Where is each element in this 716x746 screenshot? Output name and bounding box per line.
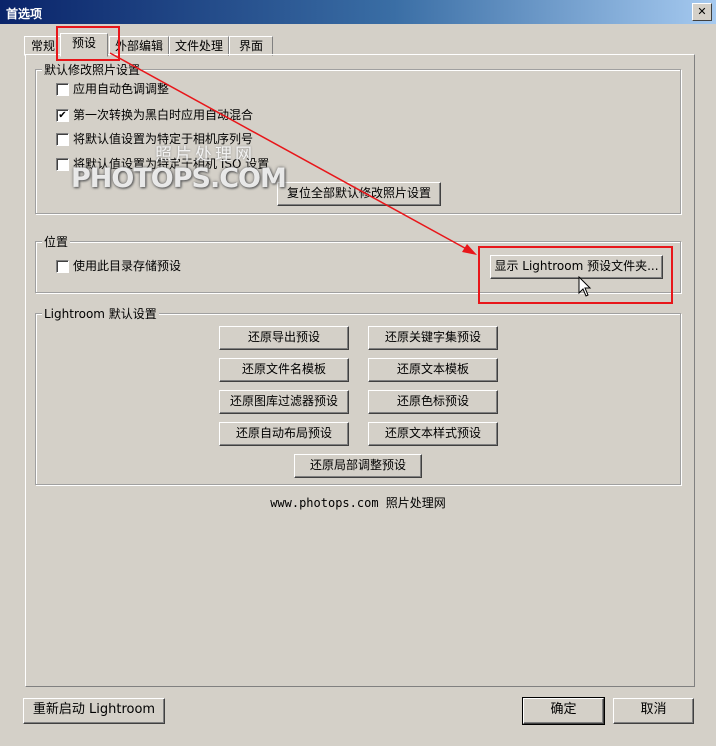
restore-library-filter-presets-button[interactable]: 还原图库过滤器预设	[219, 390, 349, 414]
tab-presets[interactable]: 预设	[60, 33, 108, 57]
checkbox-label: 将默认值设置为特定于相机序列号	[73, 132, 254, 146]
restore-text-style-presets-button[interactable]: 还原文本样式预设	[368, 422, 498, 446]
mouse-pointer-icon	[578, 276, 592, 297]
restore-local-adjustment-presets-button[interactable]: 还原局部调整预设	[294, 454, 422, 478]
lightroom-defaults-group: Lightroom 默认设置 还原导出预设 还原关键字集预设 还原文件名模板 还…	[35, 305, 681, 485]
lightroom-defaults-legend: Lightroom 默认设置	[42, 305, 159, 322]
checkbox-label: 第一次转换为黑白时应用自动混合	[73, 108, 254, 122]
checkbox-label: 将默认值设置为特定于相机 ISO 设置	[73, 157, 270, 171]
restore-filename-templates-button[interactable]: 还原文件名模板	[219, 358, 349, 382]
checkbox-label: 使用此目录存储预设	[73, 259, 182, 273]
reset-develop-defaults-button[interactable]: 复位全部默认修改照片设置	[277, 182, 441, 206]
restore-text-templates-button[interactable]: 还原文本模板	[368, 358, 498, 382]
restore-auto-layout-presets-button[interactable]: 还原自动布局预设	[219, 422, 349, 446]
ok-button[interactable]: 确定	[522, 697, 605, 725]
default-develop-group: 默认修改照片设置 应用自动色调调整 ✔ 第一次转换为黑白时应用自动混合 将默认值…	[35, 61, 681, 214]
restore-keyword-set-presets-button[interactable]: 还原关键字集预设	[368, 326, 498, 350]
location-legend: 位置	[42, 233, 71, 250]
checkbox-box[interactable]	[56, 133, 69, 146]
checkbox-box[interactable]	[56, 83, 69, 96]
title-bar: 首选项 ✕	[0, 0, 716, 24]
window-title: 首选项	[6, 7, 43, 21]
tab-interface[interactable]: 界面	[229, 36, 273, 56]
restore-export-presets-button[interactable]: 还原导出预设	[219, 326, 349, 350]
tab-file-handling[interactable]: 文件处理	[169, 36, 229, 56]
close-button[interactable]: ✕	[692, 3, 712, 21]
cancel-button[interactable]: 取消	[613, 698, 694, 724]
restart-lightroom-button[interactable]: 重新启动 Lightroom	[23, 698, 165, 724]
close-icon: ✕	[697, 5, 707, 18]
checkmark-icon: ✔	[58, 110, 67, 121]
restore-color-label-presets-button[interactable]: 还原色标预设	[368, 390, 498, 414]
checkbox-box[interactable]	[56, 158, 69, 171]
footer-text: www.photops.com 照片处理网	[270, 496, 446, 510]
checkbox-box[interactable]: ✔	[56, 109, 69, 122]
checkbox-label: 应用自动色调调整	[73, 82, 170, 96]
default-develop-legend: 默认修改照片设置	[42, 61, 143, 78]
checkbox-box[interactable]	[56, 260, 69, 273]
annotation-box-button	[478, 246, 673, 304]
